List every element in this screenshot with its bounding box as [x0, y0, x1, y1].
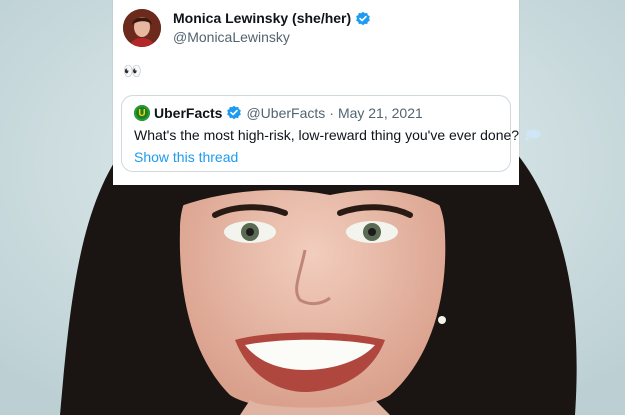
- quoted-author-name[interactable]: UberFacts: [154, 105, 222, 121]
- avatar-image: [123, 9, 161, 47]
- quoted-date[interactable]: May 21, 2021: [338, 105, 423, 121]
- author-handle[interactable]: @MonicaLewinsky: [173, 29, 371, 46]
- quoted-text: What's the most high-risk, low-reward th…: [134, 127, 520, 143]
- verified-badge-icon: [355, 11, 371, 27]
- quoted-avatar[interactable]: U: [134, 105, 150, 121]
- author-display-name[interactable]: Monica Lewinsky (she/her): [173, 10, 351, 27]
- quoted-tweet[interactable]: U UberFacts @UberFacts · May 21, 2021 Wh…: [121, 95, 542, 172]
- tweet-card[interactable]: Monica Lewinsky (she/her) @MonicaLewinsk…: [113, 0, 542, 185]
- author-display-name-row: Monica Lewinsky (she/her): [173, 10, 371, 27]
- tweet-text: 👀: [123, 63, 143, 80]
- tweet-author-row: Monica Lewinsky (she/her) @MonicaLewinsk…: [123, 8, 371, 48]
- quoted-separator: ·: [329, 105, 334, 121]
- avatar[interactable]: [123, 9, 161, 47]
- thought-bubble-icon: [524, 129, 542, 141]
- quoted-tweet-text: What's the most high-risk, low-reward th…: [134, 127, 542, 143]
- quoted-author-handle[interactable]: @UberFacts: [246, 105, 325, 121]
- show-thread-link[interactable]: Show this thread: [134, 149, 238, 165]
- verified-badge-icon: [226, 105, 242, 121]
- quoted-tweet-header: U UberFacts @UberFacts · May 21, 2021: [134, 105, 423, 121]
- author-names: Monica Lewinsky (she/her) @MonicaLewinsk…: [173, 10, 371, 46]
